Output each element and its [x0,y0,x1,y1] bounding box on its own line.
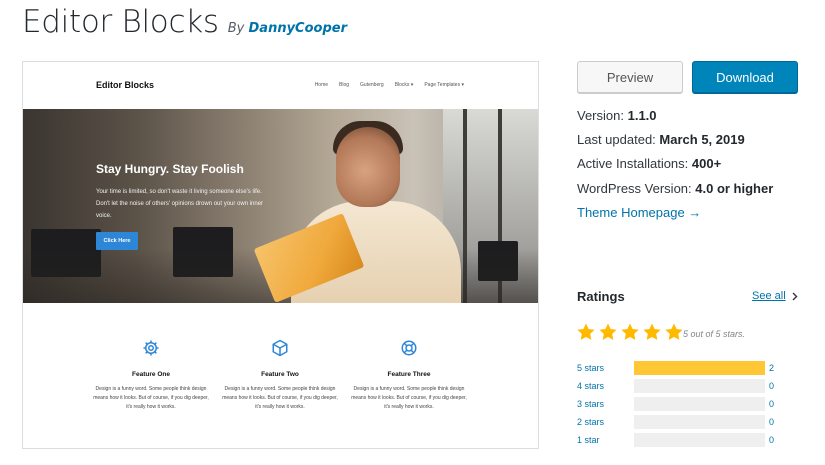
preview-features: Feature One Design is a funny word. Some… [23,303,538,448]
feature-name: Feature Three [387,371,431,378]
hero-heading: Stay Hungry. Stay Foolish [96,162,244,176]
author-link[interactable]: DannyCooper [249,21,347,36]
rating-row-count: 0 [769,399,775,409]
preview-button[interactable]: Preview [577,61,683,93]
feature-desc: Design is a funny word. Some people thin… [93,386,209,410]
rating-row-label[interactable]: 1 star [577,433,600,447]
rating-caption: 5 out of 5 stars. [683,329,746,339]
rating-row[interactable]: 3 stars 0 [577,397,777,411]
cube-icon [272,339,288,357]
rating-row-bar [634,433,765,447]
theme-homepage-link[interactable]: Theme Homepage → [577,205,701,220]
feature-name: Feature One [132,371,170,378]
preview-navbar: Editor Blocks Home Blog Gutenberg Blocks… [23,62,538,109]
author-line: By DannyCooper [228,21,347,36]
hero-person-head [336,127,400,207]
rating-row-bar [634,379,765,393]
meta-last-updated: Last updated: March 5, 2019 [577,132,745,147]
rating-row-count: 0 [769,381,775,391]
feature-two: Feature Two Design is a funny word. Some… [220,339,340,412]
rating-row-count: 0 [769,417,775,427]
feature-name: Feature Two [261,371,299,378]
author-prefix: By [227,21,245,36]
rating-row-label[interactable]: 5 stars [577,361,604,375]
meta-homepage: Theme Homepage → [577,205,701,220]
chevron-right-icon [792,292,798,300]
rating-row[interactable]: 4 stars 0 [577,379,777,393]
star-icon [577,323,595,340]
ratings-title: Ratings [577,289,625,304]
star-icon [599,323,617,340]
meta-updated-value: March 5, 2019 [659,132,745,147]
feature-three: Feature Three Design is a funny word. So… [349,339,469,412]
meta-wp-version: WordPress Version: 4.0 or higher [577,181,773,196]
star-icon [665,323,683,340]
preview-menu-item-page-templates: Page Templates ▾ [424,82,464,88]
rating-row-label[interactable]: 3 stars [577,397,604,411]
rating-row-bar [634,397,765,411]
rating-row[interactable]: 2 stars 0 [577,415,777,429]
rating-row-bar [634,415,765,429]
meta-wp-label: WordPress Version: [577,181,692,196]
see-all-label: See all [752,290,786,302]
feature-desc: Design is a funny word. Some people thin… [222,386,338,410]
rating-row-count: 0 [769,435,775,445]
meta-version: Version: 1.1.0 [577,108,657,123]
preview-menu-item-blog: Blog [339,82,350,88]
title-row: Editor Blocks By DannyCooper [22,4,347,44]
see-all-link[interactable]: See all [752,290,798,302]
theme-screenshot: Editor Blocks Home Blog Gutenberg Blocks… [22,61,539,449]
meta-installs-value: 400+ [691,156,722,171]
meta-updated-label: Last updated: [577,132,656,147]
download-button[interactable]: Download [692,61,798,93]
rating-stars [576,322,684,342]
preview-hero: Stay Hungry. Stay Foolish Your time is l… [23,109,538,303]
meta-version-label: Version: [577,108,624,123]
rating-row[interactable]: 1 star 0 [577,433,777,447]
preview-menu: Home Blog Gutenberg Blocks ▾ Page Templa… [315,82,464,88]
rating-row-bar [634,361,765,375]
preview-menu-item-blocks: Blocks ▾ [394,82,414,88]
hero-button: Click Here [96,232,138,250]
meta-version-value: 1.1.0 [627,108,657,123]
gear-icon [143,340,159,356]
meta-installs-label: Active Installations: [577,156,689,171]
star-icon [621,323,639,340]
rating-row-fill [634,361,765,375]
lifebuoy-icon [401,340,417,356]
rating-row-label[interactable]: 4 stars [577,379,604,393]
rating-row-count: 2 [769,363,775,373]
meta-active-installs: Active Installations: 400+ [577,156,721,171]
theme-title: Editor Blocks [22,4,219,40]
preview-menu-item-gutenberg: Gutenberg [360,82,384,88]
feature-desc: Design is a funny word. Some people thin… [351,386,467,410]
preview-logo: Editor Blocks [96,80,155,90]
star-icon [643,323,661,340]
meta-wp-value: 4.0 or higher [695,181,774,196]
rating-row[interactable]: 5 stars 2 [577,361,777,375]
hero-text: Your time is limited, so don't waste it … [96,189,264,219]
preview-menu-item-home: Home [314,82,329,88]
rating-row-label[interactable]: 2 stars [577,415,604,429]
feature-one: Feature One Design is a funny word. Some… [91,339,211,412]
